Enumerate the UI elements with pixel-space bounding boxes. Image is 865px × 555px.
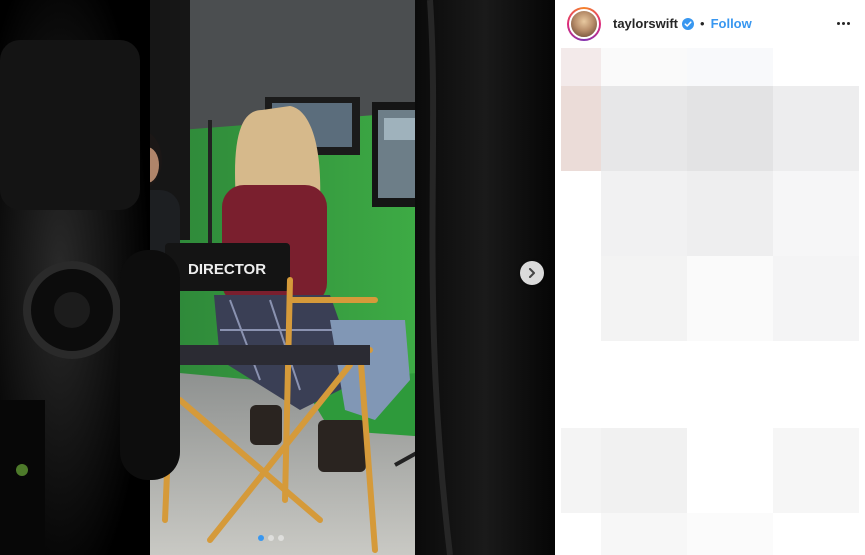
verified-badge-icon	[682, 17, 695, 30]
blurred-comments	[555, 48, 865, 555]
chevron-right-icon	[529, 268, 535, 278]
instagram-post: DIRECTOR taylorswift • Follow	[0, 0, 865, 555]
carousel-dot-1	[258, 535, 264, 541]
post-media: DIRECTOR	[0, 0, 555, 555]
next-slide-button[interactable]	[520, 261, 544, 285]
carousel-dot-3	[278, 535, 284, 541]
carousel-dot-2	[268, 535, 274, 541]
avatar[interactable]	[567, 6, 601, 41]
post-photo: DIRECTOR	[0, 0, 555, 555]
post-header: taylorswift • Follow	[555, 0, 865, 48]
avatar-image	[569, 8, 599, 39]
header-separator: •	[700, 16, 705, 31]
more-options-icon[interactable]	[833, 14, 853, 34]
post-sidebar: taylorswift • Follow	[555, 0, 865, 555]
follow-button[interactable]: Follow	[711, 16, 752, 31]
carousel-indicator	[258, 535, 284, 541]
username-link[interactable]: taylorswift	[613, 16, 678, 31]
svg-text:DIRECTOR: DIRECTOR	[188, 261, 266, 278]
